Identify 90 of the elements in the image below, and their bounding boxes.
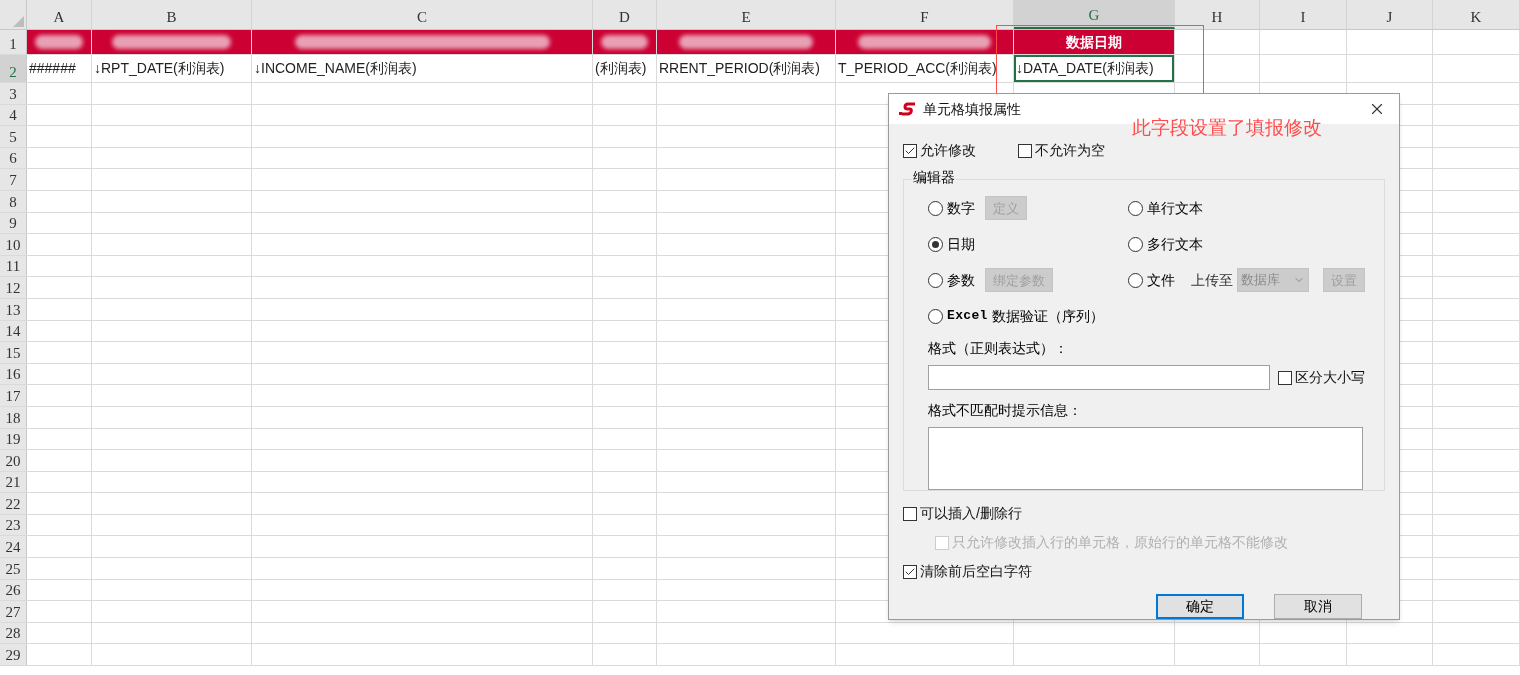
table-cell[interactable]: ↓INCOME_NAME(利润表) — [252, 55, 593, 82]
table-cell[interactable]: ↓RPT_DATE(利润表) — [92, 55, 252, 82]
table-cell[interactable]: RRENT_PERIOD(利润表) — [657, 55, 836, 82]
upload-label: 上传至 — [1191, 270, 1233, 290]
field-label: 格式不匹配时提示信息： — [928, 401, 1083, 420]
radio-label: 多行文本 — [1147, 234, 1203, 254]
row-header[interactable]: 6 — [0, 147, 27, 169]
column-header[interactable]: K — [1433, 0, 1520, 29]
checkbox-row[interactable]: 可以插入/删除行 — [903, 503, 1385, 524]
column-header[interactable]: H — [1175, 0, 1260, 29]
column-header[interactable]: C — [252, 0, 593, 29]
row-header[interactable]: 14 — [0, 320, 27, 342]
radio-label: 数据验证（序列） — [991, 306, 1104, 326]
row-header[interactable]: 23 — [0, 514, 27, 536]
message-text-area[interactable] — [928, 427, 1363, 490]
row-header[interactable]: 4 — [0, 104, 27, 126]
radio-button[interactable] — [928, 236, 943, 252]
checkbox-label: 只允许修改插入行的单元格，原始行的单元格不能修改 — [952, 533, 1288, 552]
header-cell: 数据日期 — [1014, 30, 1175, 54]
radio-label: 数字 — [947, 198, 975, 218]
row-header[interactable]: 18 — [0, 406, 27, 428]
table-cell[interactable]: ↓DATA_DATE(利润表) — [1014, 55, 1175, 82]
radio-button[interactable] — [1128, 272, 1143, 288]
checkbox-label: 不允许为空 — [1035, 141, 1105, 160]
redacted-text — [35, 35, 83, 49]
checkbox-row[interactable]: 允许修改 — [903, 140, 976, 161]
table-cell[interactable]: ###### — [27, 55, 92, 82]
row-header[interactable]: 12 — [0, 277, 27, 298]
row-header[interactable]: 28 — [0, 622, 27, 644]
row-header[interactable]: 9 — [0, 212, 27, 234]
column-header[interactable]: D — [593, 0, 657, 29]
checkbox[interactable] — [903, 564, 917, 579]
row-header[interactable]: 15 — [0, 342, 27, 363]
checkbox[interactable] — [1018, 143, 1032, 158]
radio-button[interactable] — [928, 272, 943, 288]
row-header[interactable]: 7 — [0, 169, 27, 190]
column-header[interactable]: E — [657, 0, 836, 29]
radio-label: 日期 — [947, 234, 975, 254]
checkbox-label: 清除前后空白字符 — [920, 562, 1032, 581]
row-header[interactable]: 2 — [0, 55, 27, 82]
checkbox-label: 可以插入/删除行 — [920, 504, 1022, 523]
table-cell[interactable]: T_PERIOD_ACC(利润表) — [836, 55, 1014, 82]
radio-button[interactable] — [928, 308, 943, 324]
radio-button[interactable] — [1128, 236, 1143, 252]
column-header[interactable]: B — [92, 0, 252, 29]
row-header[interactable]: 21 — [0, 471, 27, 493]
regex-input-field[interactable] — [928, 365, 1270, 390]
row-header[interactable]: 19 — [0, 428, 27, 450]
row-header[interactable]: 20 — [0, 450, 27, 471]
table-cell[interactable]: (利润表) — [593, 55, 657, 82]
column-header[interactable]: J — [1347, 0, 1433, 29]
redacted-text — [600, 35, 649, 49]
row-header[interactable]: 10 — [0, 234, 27, 255]
dialog-button[interactable]: 确定 — [1156, 594, 1244, 619]
checkbox-label: 允许修改 — [920, 141, 976, 160]
row-header[interactable]: 29 — [0, 644, 27, 666]
checkbox-row[interactable]: 不允许为空 — [1018, 140, 1105, 161]
annotation-text: 此字段设置了填报修改 — [1132, 116, 1322, 140]
row-header[interactable]: 16 — [0, 363, 27, 385]
checkbox-row[interactable]: 区分大小写 — [1278, 367, 1365, 388]
checkbox[interactable] — [903, 506, 917, 521]
checkbox[interactable] — [1278, 370, 1292, 385]
checkbox-row[interactable]: 清除前后空白字符 — [903, 561, 1385, 582]
row-header[interactable]: 17 — [0, 385, 27, 406]
radio-button[interactable] — [928, 200, 943, 216]
row-header[interactable]: 24 — [0, 536, 27, 558]
radio-label: 参数 — [947, 270, 975, 290]
row-header[interactable]: 3 — [0, 83, 27, 104]
field-label: 格式（正则表达式）： — [928, 339, 1069, 358]
column-header[interactable]: A — [27, 0, 92, 29]
dialog-title: 单元格填报属性 — [923, 99, 1022, 119]
row-header[interactable]: 26 — [0, 579, 27, 601]
radio-button[interactable] — [1128, 200, 1143, 216]
radio-prefix: Excel — [947, 307, 988, 326]
column-header[interactable]: I — [1260, 0, 1347, 29]
row-header[interactable]: 25 — [0, 558, 27, 579]
row-header[interactable]: 1 — [0, 30, 27, 54]
app-logo-icon — [899, 102, 917, 116]
radio-label: 文件 — [1147, 270, 1175, 290]
column-header[interactable]: G — [1014, 0, 1175, 29]
checkbox[interactable] — [903, 143, 917, 158]
row-header[interactable]: 22 — [0, 493, 27, 514]
row-header[interactable]: 8 — [0, 190, 27, 212]
checkbox-label: 区分大小写 — [1295, 368, 1365, 387]
radio-label: 单行文本 — [1147, 198, 1203, 218]
row-header[interactable]: 27 — [0, 601, 27, 622]
row-header[interactable]: 13 — [0, 298, 27, 320]
row-header[interactable]: 11 — [0, 255, 27, 277]
dialog-button[interactable]: 取消 — [1274, 594, 1362, 619]
row-header[interactable]: 5 — [0, 126, 27, 147]
